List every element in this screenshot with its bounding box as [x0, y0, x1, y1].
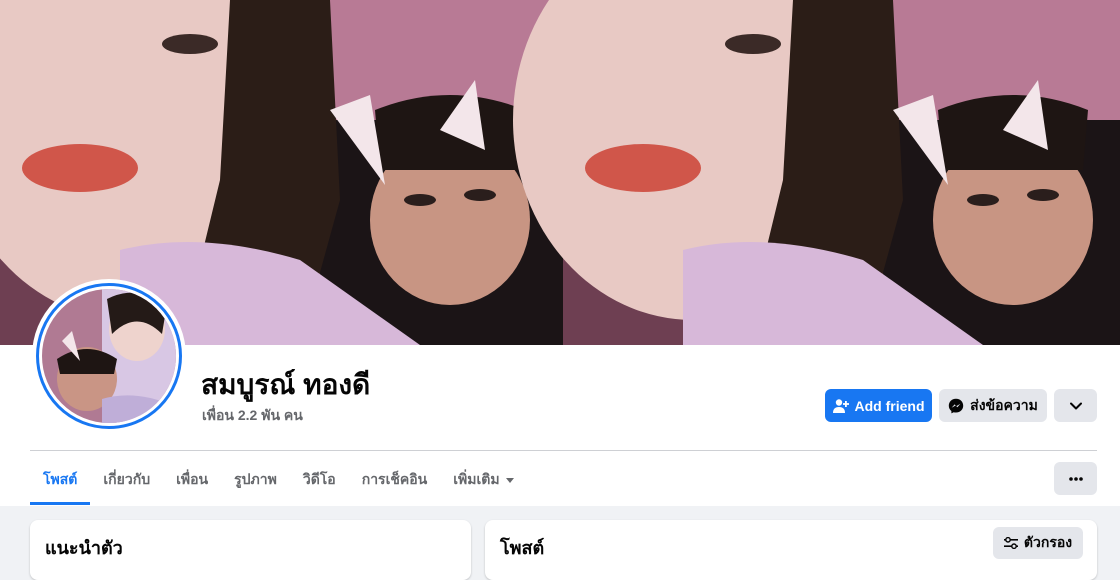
tab-label: เพื่อน [176, 471, 209, 487]
tab-videos[interactable]: วิดีโอ [290, 455, 349, 505]
tab-label: รูปภาพ [234, 471, 277, 487]
tab-label: วิดีโอ [302, 471, 336, 487]
tab-posts[interactable]: โพสต์ [30, 455, 91, 505]
avatar-ring [36, 283, 182, 429]
chevron-down-icon [1069, 402, 1082, 409]
tab-label: เกี่ยวกับ [103, 471, 151, 487]
tab-label: เพิ่มเติม [453, 471, 500, 487]
profile-name: สมบูรณ์ ทองดี [201, 369, 371, 400]
header-divider [30, 450, 1097, 451]
filter-button[interactable]: ตัวกรอง [993, 527, 1083, 559]
tab-friends[interactable]: เพื่อน [163, 455, 221, 505]
sliders-icon [1003, 537, 1018, 549]
message-label: ส่งข้อความ [970, 396, 1038, 413]
tab-label: การเช็คอิน [361, 471, 428, 487]
cover-photo[interactable] [0, 0, 1120, 345]
tab-more[interactable]: เพิ่มเติม [440, 455, 526, 505]
tabs-options-button[interactable] [1054, 462, 1097, 495]
posts-title: โพสต์ [500, 538, 545, 558]
tab-label: โพสต์ [43, 471, 78, 487]
person-plus-icon [832, 398, 849, 413]
avatar-image [42, 289, 176, 423]
messenger-icon [948, 398, 964, 413]
tab-about[interactable]: เกี่ยวกับ [90, 455, 163, 505]
ellipsis-icon [1068, 476, 1083, 481]
profile-avatar[interactable] [32, 279, 186, 433]
filter-label: ตัวกรอง [1023, 534, 1073, 550]
tab-photos[interactable]: รูปภาพ [221, 455, 290, 505]
message-button[interactable]: ส่งข้อความ [939, 389, 1047, 422]
profile-options-button[interactable] [1054, 389, 1097, 422]
add-friend-label: Add friend [854, 397, 925, 414]
add-friend-button[interactable]: Add friend [825, 389, 932, 422]
tab-checkins[interactable]: การเช็คอิน [349, 455, 441, 505]
intro-card: แนะนำตัว [30, 520, 471, 580]
friend-count[interactable]: เพื่อน 2.2 พัน คน [202, 405, 303, 427]
profile-tabs: โพสต์ เกี่ยวกับ เพื่อน รูปภาพ วิดีโอ การ… [30, 455, 527, 505]
intro-title: แนะนำตัว [45, 538, 123, 558]
profile-header: สมบูรณ์ ทองดี เพื่อน 2.2 พัน คน Add frie… [0, 0, 1120, 506]
caret-down-icon [505, 477, 514, 483]
